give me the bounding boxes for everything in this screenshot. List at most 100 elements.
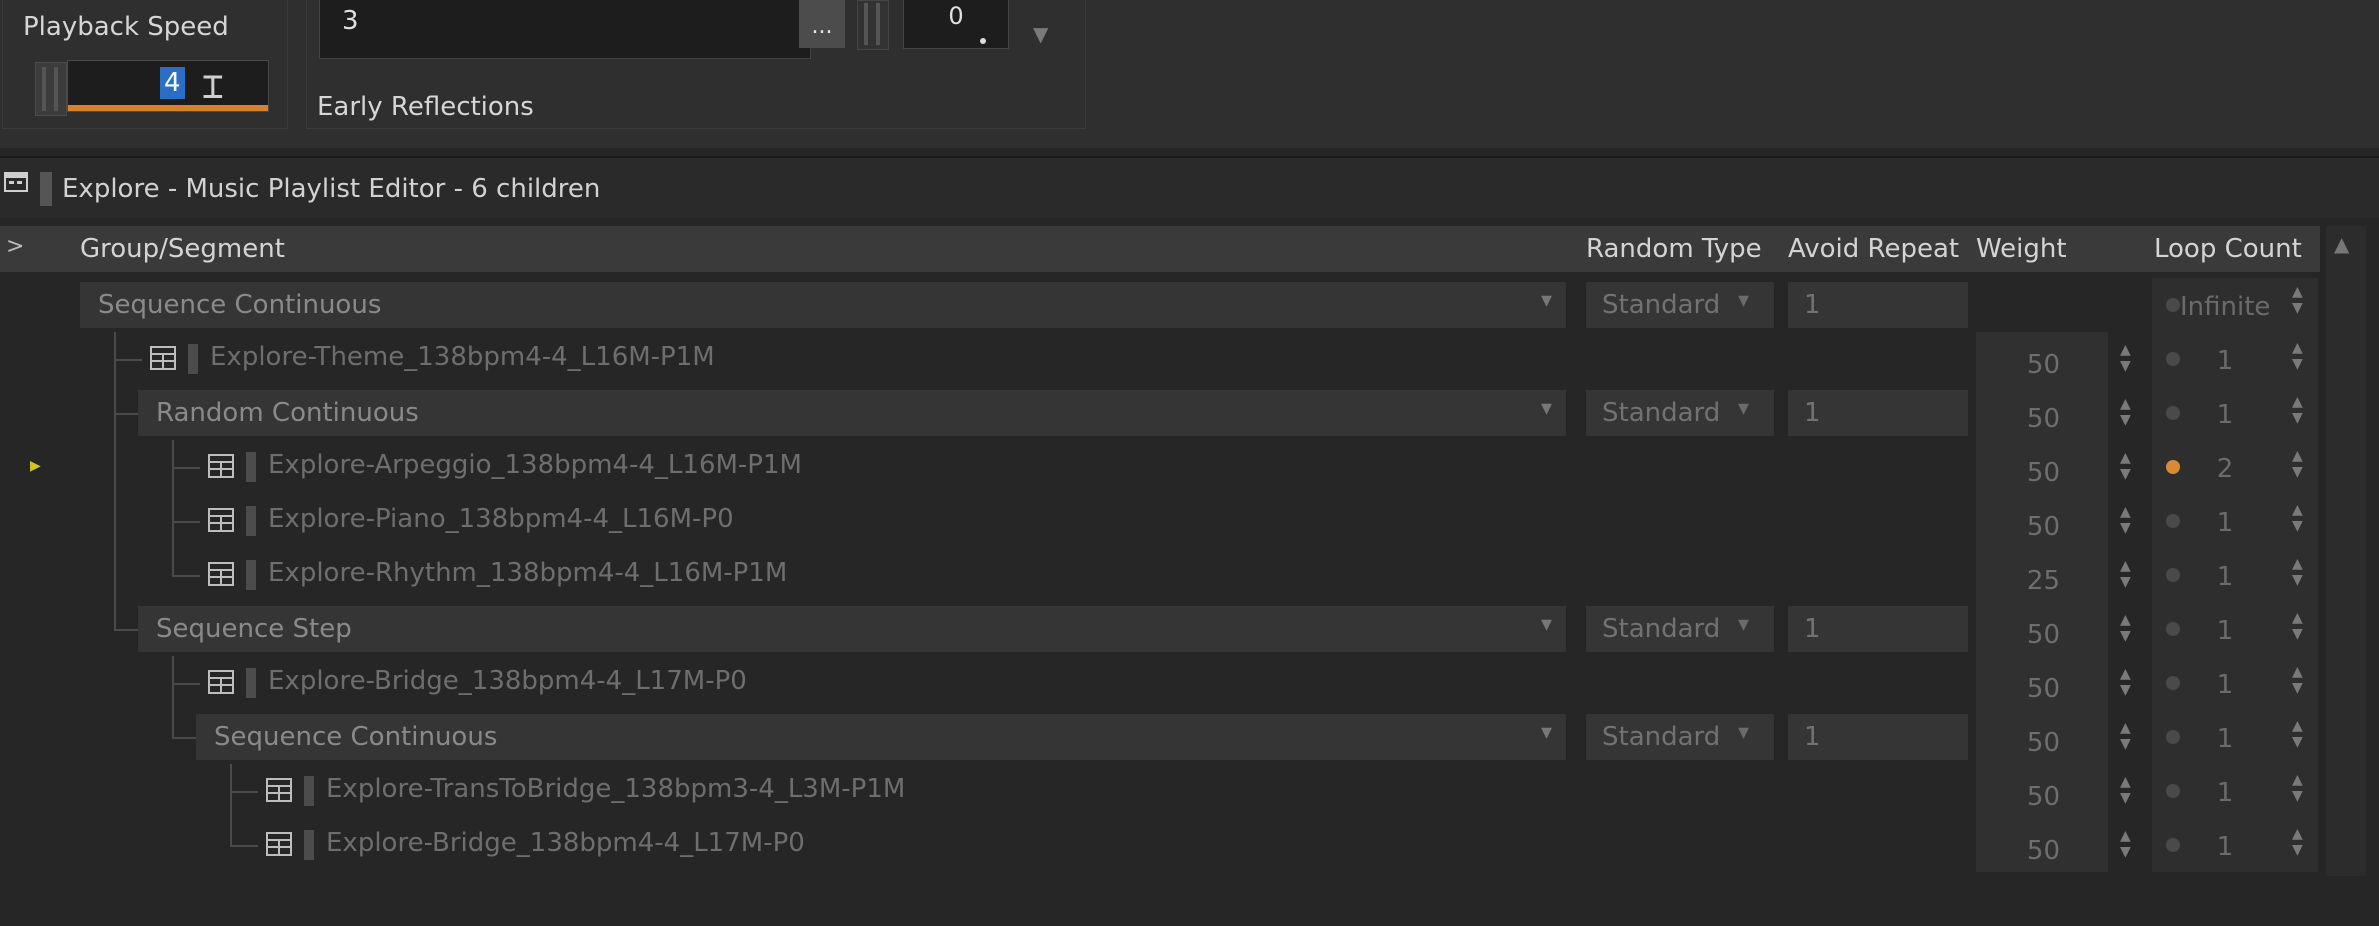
spinner-arrows-icon[interactable]: ▲ ▼ [2292,448,2303,480]
spinner-arrows-icon[interactable]: ▲ ▼ [2292,718,2303,750]
weight-field[interactable] [1976,278,2108,332]
weight-field[interactable]: 50 ▲ ▼ [1976,602,2131,656]
group-cell[interactable]: Sequence Step ▾ [138,606,1566,652]
loop-count-field[interactable]: 1 ▲ ▼ [2152,818,2318,872]
avoid-repeat-field[interactable]: 1 [1788,282,1968,328]
group-cell[interactable]: Sequence Continuous ▾ [80,282,1566,328]
chevron-down-icon[interactable]: ▾ [1738,720,1749,745]
spinner-arrows-icon[interactable]: ▲ ▼ [2120,720,2131,752]
spinner-arrows-icon[interactable]: ▲ ▼ [2292,394,2303,426]
column-avoid-repeat[interactable]: Avoid Repeat [1788,234,1959,264]
spinner-arrows-icon[interactable]: ▲ ▼ [2292,826,2303,858]
chevron-down-icon[interactable]: ▾ [1541,612,1552,637]
loop-indicator[interactable] [2166,406,2180,420]
loop-indicator[interactable] [2166,730,2180,744]
loop-count-field[interactable]: 1 ▲ ▼ [2152,656,2318,710]
loop-indicator[interactable] [2166,622,2180,636]
vertical-scrollbar[interactable]: ▲ [2326,226,2366,876]
table-row[interactable]: Explore-Theme_138bpm4-4_L16M-P1M 50 ▲ ▼ 1… [0,332,2320,386]
weight-field[interactable]: 50 ▲ ▼ [1976,332,2131,386]
random-type-select[interactable]: Standard ▾ [1586,714,1774,760]
table-row[interactable]: Explore-Bridge_138bpm4-4_L17M-P0 50 ▲ ▼ 1… [0,818,2320,872]
weight-field[interactable]: 50 ▲ ▼ [1976,818,2131,872]
spinner-arrows-icon[interactable]: ▲ ▼ [2120,666,2131,698]
layout-icon[interactable] [4,172,28,192]
scroll-up-icon[interactable]: ▲ [2334,232,2349,256]
weight-field[interactable]: 50 ▲ ▼ [1976,764,2131,818]
chevron-down-icon[interactable]: ▾ [1541,396,1552,421]
loop-count-field[interactable]: Infinite ▲ ▼ [2152,278,2318,332]
spinner-arrows-icon[interactable]: ▲ ▼ [2120,450,2131,482]
spinner-arrows-icon[interactable]: ▲ ▼ [2292,610,2303,642]
spinner-arrows-icon[interactable]: ▲ ▼ [2120,558,2131,590]
table-row[interactable]: Random Continuous ▾ Standard ▾ 1 50 ▲ ▼ 1… [0,386,2320,440]
table-row[interactable]: Explore-Rhythm_138bpm4-4_L16M-P1M 25 ▲ ▼ … [0,548,2320,602]
loop-count-field[interactable]: 2 ▲ ▼ [2152,440,2318,494]
spinner-arrows-icon[interactable]: ▲ ▼ [2292,664,2303,696]
spinner-arrows-icon[interactable]: ▲ ▼ [2120,774,2131,806]
expand-all-icon[interactable]: > [6,234,24,259]
weight-field[interactable]: 50 ▲ ▼ [1976,710,2131,764]
avoid-repeat-field[interactable]: 1 [1788,390,1968,436]
spinner-arrows-icon[interactable]: ▲ ▼ [2292,340,2303,372]
weight-field[interactable]: 25 ▲ ▼ [1976,548,2131,602]
avoid-repeat-field[interactable]: 1 [1788,606,1968,652]
table-row[interactable]: ▶ Explore-Arpeggio_138bpm4-4_L16M-P1M 50… [0,440,2320,494]
spinner-arrows-icon[interactable]: ▲ ▼ [2120,342,2131,374]
loop-count-field[interactable]: 1 ▲ ▼ [2152,602,2318,656]
loop-count-field[interactable]: 1 ▲ ▼ [2152,548,2318,602]
avoid-repeat-field[interactable]: 1 [1788,714,1968,760]
chevron-down-icon[interactable]: ▾ [1541,720,1552,745]
playback-speed-slider[interactable] [35,62,67,116]
table-row[interactable]: Explore-Piano_138bpm4-4_L16M-P0 50 ▲ ▼ 1 … [0,494,2320,548]
value-slider[interactable] [857,0,889,50]
playback-speed-value[interactable]: 4 [160,67,185,99]
chevron-down-icon[interactable]: ▾ [1738,612,1749,637]
chevron-down-icon[interactable]: ▾ [1738,288,1749,313]
table-row[interactable]: Sequence Continuous ▾ Standard ▾ 1 Infin… [0,278,2320,332]
loop-count-field[interactable]: 1 ▲ ▼ [2152,494,2318,548]
spinner-arrows-icon[interactable]: ▲ ▼ [2120,612,2131,644]
chevron-down-icon[interactable]: ▼ [1033,22,1048,46]
browse-button[interactable]: ... [799,0,845,48]
loop-count-field[interactable]: 1 ▲ ▼ [2152,764,2318,818]
group-cell[interactable]: Random Continuous ▾ [138,390,1566,436]
weight-field[interactable]: 50 ▲ ▼ [1976,656,2131,710]
random-type-select[interactable]: Standard ▾ [1586,606,1774,652]
loop-indicator[interactable] [2166,676,2180,690]
loop-count-field[interactable]: 1 ▲ ▼ [2152,332,2318,386]
chevron-down-icon[interactable]: ▾ [1738,396,1749,421]
loop-count-field[interactable]: 1 ▲ ▼ [2152,386,2318,440]
random-type-select[interactable]: Standard ▾ [1586,282,1774,328]
loop-indicator[interactable] [2166,298,2180,312]
weight-field[interactable]: 50 ▲ ▼ [1976,440,2131,494]
loop-indicator[interactable] [2166,352,2180,366]
weight-field[interactable]: 50 ▲ ▼ [1976,494,2131,548]
value-number-field[interactable]: 0 [903,0,1009,49]
loop-indicator[interactable] [2166,514,2180,528]
spinner-arrows-icon[interactable]: ▲ ▼ [2292,284,2303,316]
loop-indicator[interactable] [2166,838,2180,852]
spinner-arrows-icon[interactable]: ▲ ▼ [2120,396,2131,428]
loop-indicator[interactable] [2166,568,2180,582]
spinner-arrows-icon[interactable]: ▲ ▼ [2292,556,2303,588]
spinner-arrows-icon[interactable]: ▲ ▼ [2120,504,2131,536]
table-row[interactable]: Sequence Continuous ▾ Standard ▾ 1 50 ▲ ▼… [0,710,2320,764]
group-cell[interactable]: Sequence Continuous ▾ [196,714,1566,760]
column-group-segment[interactable]: Group/Segment [80,234,285,264]
column-loop-count[interactable]: Loop Count [2154,234,2302,264]
playback-speed-input[interactable]: 4 ⌶ [67,60,269,112]
column-random-type[interactable]: Random Type [1586,234,1762,264]
weight-field[interactable]: 50 ▲ ▼ [1976,386,2131,440]
loop-indicator-active[interactable] [2166,460,2180,474]
random-type-select[interactable]: Standard ▾ [1586,390,1774,436]
column-weight[interactable]: Weight [1976,234,2067,264]
table-row[interactable]: Sequence Step ▾ Standard ▾ 1 50 ▲ ▼ 1 ▲ ▼ [0,602,2320,656]
loop-indicator[interactable] [2166,784,2180,798]
loop-count-field[interactable]: 1 ▲ ▼ [2152,710,2318,764]
table-row[interactable]: Explore-Bridge_138bpm4-4_L17M-P0 50 ▲ ▼ 1… [0,656,2320,710]
early-reflections-input[interactable]: 3 [319,0,811,59]
chevron-down-icon[interactable]: ▾ [1541,288,1552,313]
spinner-arrows-icon[interactable]: ▲ ▼ [2120,828,2131,860]
spinner-arrows-icon[interactable]: ▲ ▼ [2292,502,2303,534]
